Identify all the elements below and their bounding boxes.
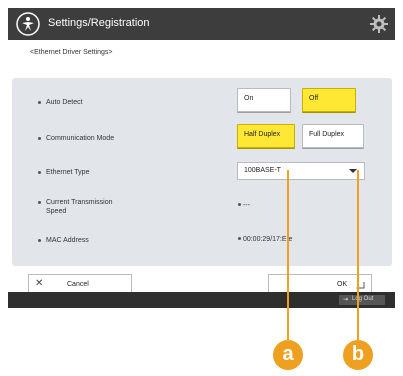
ethernet-type-label-text: Ethernet Type bbox=[46, 169, 90, 176]
bullet-icon bbox=[238, 237, 241, 240]
auto-detect-off-button[interactable]: Off bbox=[302, 88, 356, 112]
transmission-speed-label-line1: Current Transmission bbox=[46, 199, 113, 206]
breadcrumb: <Ethernet Driver Settings> bbox=[30, 49, 113, 56]
logout-button[interactable]: ⇥ Log Out bbox=[339, 295, 385, 305]
auto-detect-label: Auto Detect bbox=[38, 98, 83, 107]
mac-address-value-text: 00:00:29/17:E:e bbox=[242, 236, 293, 243]
transmission-speed-label-line2: Speed bbox=[46, 208, 67, 215]
communication-mode-label-text: Communication Mode bbox=[46, 135, 115, 142]
full-duplex-button[interactable]: Full Duplex bbox=[302, 124, 364, 148]
bullet-icon bbox=[38, 101, 41, 104]
half-duplex-button[interactable]: Half Duplex bbox=[237, 124, 295, 148]
mac-address-label-text: MAC Address bbox=[46, 237, 89, 244]
settings-screen: <Ethernet Driver Settings> Auto Detect O… bbox=[8, 40, 395, 294]
transmission-speed-value: --- bbox=[238, 202, 250, 209]
auto-detect-off-label: Off bbox=[309, 95, 319, 102]
ethernet-type-value: 100BASE-T bbox=[244, 167, 281, 174]
callout-b: b bbox=[343, 340, 373, 370]
mac-address-label: MAC Address bbox=[38, 236, 89, 245]
callout-a: a bbox=[273, 340, 303, 370]
header-bar: Settings/Registration bbox=[8, 8, 395, 40]
bullet-icon bbox=[238, 203, 241, 206]
gear-icon[interactable] bbox=[369, 14, 389, 34]
bullet-icon bbox=[38, 201, 41, 204]
mac-address-value: 00:00:29/17:E:e bbox=[238, 236, 292, 243]
callout-a-line bbox=[287, 170, 289, 340]
auto-detect-on-label: On bbox=[244, 95, 254, 102]
full-duplex-label: Full Duplex bbox=[309, 131, 345, 138]
bullet-icon bbox=[38, 137, 41, 140]
ethernet-type-select[interactable]: 100BASE-T bbox=[237, 162, 365, 180]
chevron-down-icon bbox=[349, 169, 357, 173]
ethernet-type-label: Ethernet Type bbox=[38, 168, 90, 177]
settings-logo-icon bbox=[16, 12, 40, 36]
ok-label: OK bbox=[337, 281, 348, 288]
communication-mode-label: Communication Mode bbox=[38, 134, 115, 143]
page-title: Settings/Registration bbox=[48, 17, 150, 29]
close-icon: ✕ bbox=[35, 278, 44, 289]
logout-icon: ⇥ bbox=[343, 297, 349, 303]
auto-detect-label-text: Auto Detect bbox=[46, 99, 83, 106]
half-duplex-label: Half Duplex bbox=[244, 131, 281, 138]
cancel-button[interactable]: ✕ Cancel bbox=[28, 274, 132, 294]
transmission-speed-value-text: --- bbox=[242, 202, 250, 209]
logout-label: Log Out bbox=[352, 296, 374, 302]
settings-panel: Settings/Registration <Ethernet Driver S… bbox=[8, 8, 395, 308]
bullet-icon bbox=[38, 171, 41, 174]
status-bar: ⇥ Log Out bbox=[8, 292, 395, 308]
bullet-icon bbox=[38, 239, 41, 242]
cancel-label: Cancel bbox=[67, 281, 89, 288]
settings-box: Auto Detect On Off Communication Mode Ha… bbox=[12, 78, 392, 266]
auto-detect-on-button[interactable]: On bbox=[237, 88, 291, 112]
transmission-speed-label: Current Transmission Speed bbox=[38, 198, 113, 216]
callout-b-line bbox=[357, 170, 359, 340]
